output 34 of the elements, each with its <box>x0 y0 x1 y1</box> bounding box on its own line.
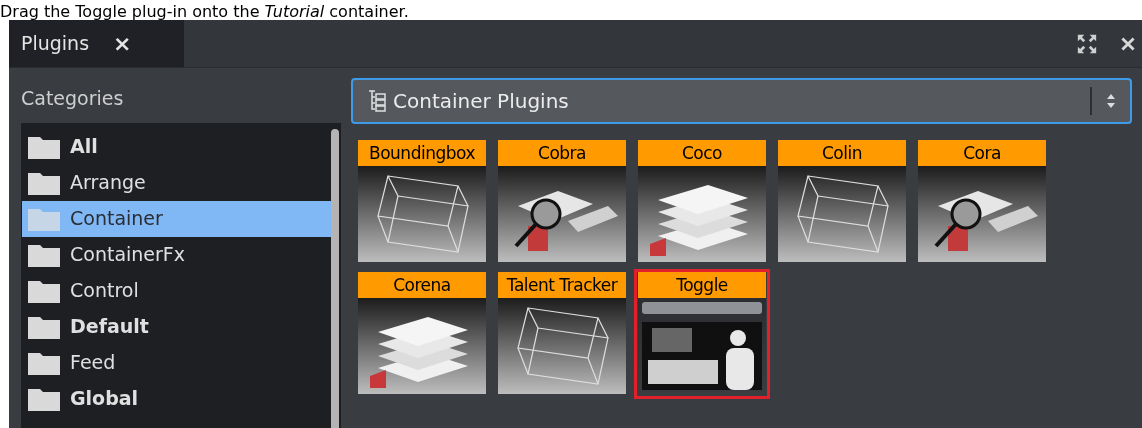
folder-icon <box>28 314 60 339</box>
folder-icon <box>28 386 60 411</box>
plugin-tile[interactable]: Cobra <box>497 140 627 262</box>
instruction-text: Drag the Toggle plug-in onto the Tutorial container. <box>0 4 409 20</box>
plugin-tile[interactable]: Toggle <box>637 272 767 396</box>
category-item[interactable]: All <box>22 128 331 165</box>
panel-tab[interactable]: Plugins × <box>9 20 184 67</box>
category-item[interactable]: Arrange <box>22 164 331 201</box>
folder-icon <box>28 170 60 195</box>
scrollbar[interactable] <box>331 128 339 428</box>
category-item[interactable]: Default <box>22 308 331 345</box>
close-tab-button[interactable]: × <box>113 32 132 55</box>
folder-icon <box>28 134 60 159</box>
maximize-icon[interactable] <box>1076 32 1098 55</box>
folder-icon <box>28 278 60 303</box>
folder-icon <box>28 206 60 231</box>
category-item[interactable]: Global <box>22 380 331 417</box>
close-icon[interactable] <box>1120 35 1136 52</box>
plugin-tile[interactable]: Cora <box>917 140 1047 262</box>
plugin-tile[interactable]: Corena <box>357 272 487 396</box>
plugin-tile[interactable]: Coco <box>637 140 767 262</box>
category-item[interactable]: Container <box>22 200 331 237</box>
tree-icon <box>367 90 387 112</box>
categories-label: Categories <box>21 86 125 111</box>
category-item[interactable]: ContainerFx <box>22 236 331 273</box>
plugin-tile[interactable]: Boundingbox <box>357 140 487 262</box>
category-item[interactable]: Control <box>22 272 331 309</box>
category-item[interactable]: Feed <box>22 344 331 381</box>
spinner-arrows-icon <box>1106 93 1116 109</box>
plugin-tile[interactable]: Colin <box>777 140 907 262</box>
plugin-tile[interactable]: Talent Tracker <box>497 272 627 396</box>
plugin-type-dropdown[interactable]: Container Plugins <box>351 78 1132 124</box>
folder-icon <box>28 242 60 267</box>
folder-icon <box>28 350 60 375</box>
